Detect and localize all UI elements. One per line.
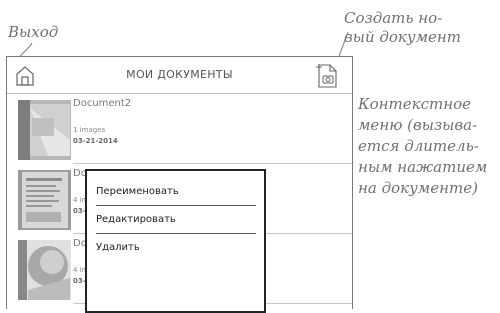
new-document-camera-icon — [316, 64, 337, 88]
document-item[interactable]: Document2 1 images 03-21-2014 — [7, 94, 352, 164]
callout-context-menu: Контекстное меню (вызыва- ется длитель- … — [358, 95, 488, 197]
home-button[interactable] — [15, 65, 35, 87]
home-icon — [16, 66, 34, 86]
document-thumbnail — [18, 100, 71, 160]
document-thumbnail — [18, 170, 71, 230]
context-menu: Переименовать Редактировать Удалить — [85, 169, 266, 313]
document-image-count: 1 images — [73, 126, 106, 134]
new-document-button[interactable] — [316, 63, 340, 89]
document-title: Document2 — [73, 98, 132, 109]
menu-item-rename[interactable]: Переименовать — [96, 181, 256, 203]
callout-exit: Выход — [8, 23, 59, 41]
menu-item-edit[interactable]: Редактировать — [96, 209, 256, 231]
menu-item-delete[interactable]: Удалить — [96, 237, 256, 259]
document-thumbnail — [18, 240, 71, 300]
menu-divider — [96, 205, 256, 206]
menu-divider — [96, 233, 256, 234]
page-title: МОИ ДОКУМЕНТЫ — [126, 68, 233, 81]
document-date: 03-21-2014 — [73, 137, 118, 145]
header-bar: МОИ ДОКУМЕНТЫ — [7, 57, 352, 94]
callout-create-document: Создать но- вый документ — [344, 9, 461, 46]
